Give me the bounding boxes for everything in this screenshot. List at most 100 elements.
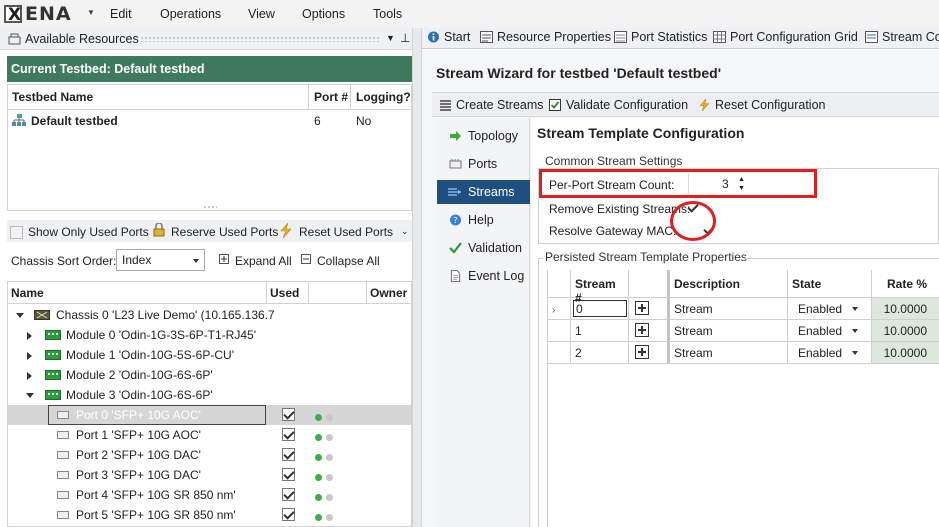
resolve-gateway-label: Resolve Gateway MAC: [549, 224, 677, 238]
expand-plus-icon[interactable] [635, 345, 649, 359]
expand-all-button[interactable]: Expand All [235, 254, 292, 268]
validate-configuration-button[interactable]: Validate Configuration [549, 98, 688, 112]
status-green-icon [315, 434, 322, 441]
description-cell[interactable]: Stream [670, 298, 788, 320]
nav-help[interactable]: ? Help [437, 208, 530, 232]
port-icon [57, 411, 69, 419]
port-label: Port 2 'SFP+ 10G DAC' [76, 448, 201, 462]
col-state[interactable]: State [788, 270, 872, 298]
col-divider [350, 85, 351, 109]
pin-icon[interactable]: ⊥ [400, 31, 410, 45]
reset-configuration-button[interactable]: Reset Configuration [698, 98, 825, 112]
module-label: Module 0 'Odin-1G-3S-6P-T1-RJ45' [66, 328, 256, 342]
collapse-all-button[interactable]: Collapse All [317, 254, 380, 268]
port-used-checkbox[interactable] [282, 408, 295, 421]
row-indicator[interactable]: › [548, 298, 571, 320]
tab-stream-config[interactable]: Stream Co [865, 30, 939, 44]
col-testbed-name[interactable]: Testbed Name [12, 90, 93, 104]
menu-operations[interactable]: Operations [160, 7, 221, 21]
nav-streams[interactable]: Streams [437, 180, 530, 204]
logo-dropdown-icon[interactable]: ▼ [87, 8, 95, 17]
port-used-checkbox[interactable] [282, 468, 295, 481]
chassis-sort-select[interactable]: Index [116, 249, 205, 271]
tab-port-configuration-grid[interactable]: Port Configuration Grid [713, 30, 858, 44]
nav-event-log[interactable]: Event Log [437, 264, 530, 288]
col-port-count[interactable]: Port # [314, 90, 348, 104]
collapsed-caret-icon[interactable] [27, 352, 32, 360]
port-used-checkbox[interactable] [282, 488, 295, 501]
col-logging[interactable]: Logging? [356, 90, 411, 104]
chevron-down-icon [852, 329, 858, 333]
col-description[interactable]: Description [670, 270, 788, 298]
tree-module-row[interactable]: Module 3 'Odin-10G-6S-6P' [8, 385, 411, 405]
table-row[interactable]: 1 [571, 320, 629, 342]
col-name[interactable]: Name [11, 286, 44, 300]
nav-topology[interactable]: Topology [437, 124, 530, 148]
state-cell[interactable]: Enabled [788, 342, 872, 364]
state-cell[interactable]: Enabled [788, 320, 872, 342]
row-indicator[interactable] [548, 342, 571, 364]
show-only-used-checkbox[interactable] [10, 226, 23, 240]
panel-menu-icon[interactable]: ▼ [386, 33, 395, 43]
tab-start[interactable]: Start [427, 30, 470, 44]
used-ports-toolbar: Show Only Used Ports Reserve Used Ports … [7, 220, 412, 242]
tree-port-row[interactable]: Port 3 'SFP+ 10G DAC' [8, 465, 411, 485]
overflow-chevron-icon[interactable]: ⌄ [401, 226, 409, 237]
col-stream-number[interactable]: Stream # [571, 270, 629, 305]
reserve-used-ports-button[interactable]: Reserve Used Ports [171, 225, 278, 239]
state-cell[interactable]: Enabled [788, 298, 872, 320]
collapsed-caret-icon[interactable] [27, 332, 32, 340]
create-streams-button[interactable]: Create Streams [439, 98, 544, 112]
description-cell[interactable]: Stream [670, 320, 788, 342]
table-row[interactable]: 2 [571, 342, 629, 364]
testbed-row[interactable]: Default testbed 6 No [8, 110, 411, 130]
col-owner[interactable]: Owner [370, 286, 407, 300]
stream-number-input[interactable]: 0 [573, 300, 627, 317]
tree-port-row[interactable]: Port 5 'SFP+ 10G SR 850 nm' [8, 505, 411, 525]
expand-cell[interactable] [629, 320, 670, 342]
panel-splitter[interactable] [412, 28, 422, 527]
tree-port-row[interactable]: Port 4 'SFP+ 10G SR 850 nm' [8, 485, 411, 505]
svg-text:?: ? [453, 215, 457, 225]
tree-port-row[interactable]: Port 2 'SFP+ 10G DAC' [8, 445, 411, 465]
menu-view[interactable]: View [248, 7, 275, 21]
expand-plus-icon[interactable] [635, 323, 649, 337]
menu-tools[interactable]: Tools [373, 7, 402, 21]
port-used-checkbox[interactable] [282, 508, 295, 521]
tree-port-row[interactable]: Port 1 'SFP+ 10G AOC' [8, 425, 411, 445]
tree-module-row[interactable]: Module 2 'Odin-10G-6S-6P' [8, 365, 411, 385]
xena-logo[interactable]: X ENA [4, 3, 84, 25]
nav-ports[interactable]: Ports [437, 152, 530, 176]
splitter-grip[interactable] [203, 205, 217, 210]
table-row[interactable]: 0 [571, 298, 629, 320]
reset-used-ports-button[interactable]: Reset Used Ports [299, 225, 393, 239]
tab-resource-properties[interactable]: Resource Properties [480, 30, 611, 44]
col-divider [308, 85, 309, 109]
col-rate[interactable]: Rate % [872, 270, 939, 298]
expand-cell[interactable] [629, 298, 670, 320]
rate-cell[interactable]: 10.0000 [872, 298, 939, 320]
menu-edit[interactable]: Edit [110, 7, 132, 21]
tree-module-row[interactable]: Module 1 'Odin-10G-5S-6P-CU' [8, 345, 411, 365]
port-used-checkbox[interactable] [282, 428, 295, 441]
expanded-caret-icon[interactable] [16, 313, 24, 318]
tree-chassis-row[interactable]: Chassis 0 'L23 Live Demo' (10.165.136.7 [8, 305, 411, 325]
logo-box-icon: X [4, 5, 22, 25]
expand-cell[interactable] [629, 342, 670, 364]
expand-plus-icon[interactable] [635, 301, 649, 315]
collapsed-caret-icon[interactable] [27, 372, 32, 380]
rate-cell[interactable]: 10.0000 [872, 342, 939, 364]
tab-port-statistics[interactable]: Port Statistics [614, 30, 707, 44]
expanded-caret-icon[interactable] [26, 393, 34, 398]
description-cell[interactable]: Stream [670, 342, 788, 364]
nav-validation[interactable]: Validation [437, 236, 530, 260]
stream-config-icon [865, 31, 878, 43]
state-value: Enabled [798, 324, 843, 338]
row-indicator[interactable] [548, 320, 571, 342]
tree-port-row-selected[interactable]: Port 0 'SFP+ 10G AOC' [8, 405, 411, 425]
rate-cell[interactable]: 10.0000 [872, 320, 939, 342]
menu-options[interactable]: Options [302, 7, 345, 21]
port-used-checkbox[interactable] [282, 448, 295, 461]
col-used[interactable]: Used [270, 286, 299, 300]
tree-module-row[interactable]: Module 0 'Odin-1G-3S-6P-T1-RJ45' [8, 325, 411, 345]
